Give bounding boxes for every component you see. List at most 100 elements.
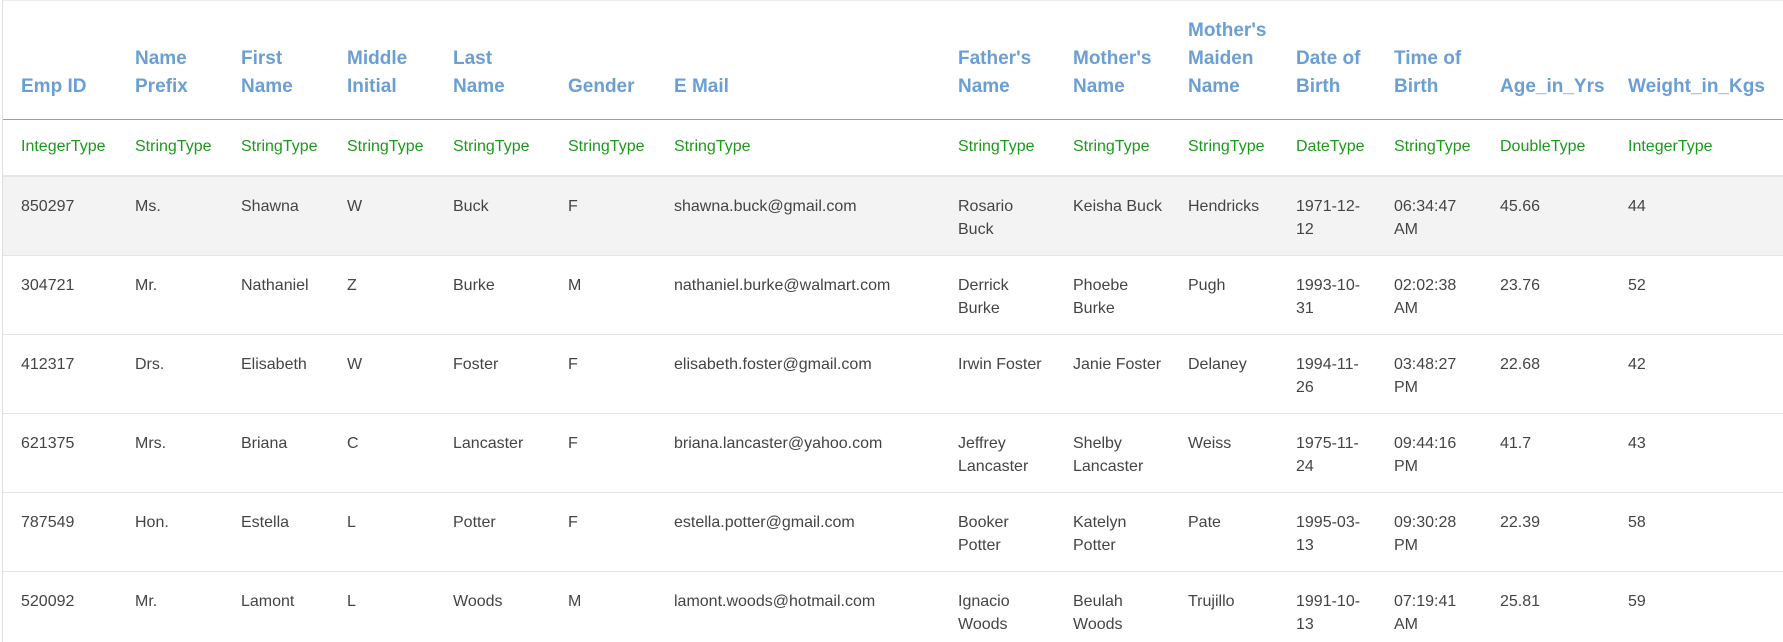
table-cell: 22.68 [1482, 334, 1610, 414]
table-cell: Weiss [1170, 413, 1278, 493]
table-cell: 58 [1610, 492, 1783, 572]
table-cell: 520092 [3, 570, 117, 642]
column-header[interactable]: Weight_in_Kgs [1610, 1, 1783, 120]
table-cell: briana.lancaster@yahoo.com [656, 413, 940, 493]
table-cell: Delaney [1170, 334, 1278, 414]
table-cell: 1993-10-31 [1278, 255, 1376, 335]
table-cell: Elisabeth [223, 334, 329, 414]
table-cell: 1995-03-13 [1278, 492, 1376, 572]
table-cell: 03:48:27 PM [1376, 334, 1482, 414]
column-type: IntegerType [3, 119, 117, 177]
table-cell: Mr. [117, 570, 223, 642]
table-cell: Shawna [223, 176, 329, 256]
table-cell: 59 [1610, 570, 1783, 642]
table-cell: Jeffrey Lancaster [940, 413, 1055, 493]
table-cell: 412317 [3, 334, 117, 414]
table-cell: Ms. [117, 176, 223, 256]
table-cell: M [550, 255, 656, 335]
column-type: StringType [1170, 119, 1278, 177]
table-cell: 06:34:47 AM [1376, 176, 1482, 256]
table-cell: W [329, 176, 435, 256]
column-type: StringType [329, 119, 435, 177]
table-cell: W [329, 334, 435, 414]
table-cell: Katelyn Potter [1055, 492, 1170, 572]
column-header[interactable]: Mother's Maiden Name [1170, 1, 1278, 120]
column-header[interactable]: First Name [223, 1, 329, 120]
column-type: IntegerType [1610, 119, 1783, 177]
table-cell: shawna.buck@gmail.com [656, 176, 940, 256]
table-cell: Potter [435, 492, 550, 572]
employee-table: Emp ID Name Prefix First Name Middle Initia… [3, 1, 1783, 642]
table-cell: 07:19:41 AM [1376, 570, 1482, 642]
table-cell: 44 [1610, 176, 1783, 256]
table-cell: lamont.woods@hotmail.com [656, 570, 940, 642]
table-cell: Burke [435, 255, 550, 335]
column-header[interactable]: Emp ID [3, 1, 117, 120]
column-header[interactable]: Gender [550, 1, 656, 120]
table-cell: 25.81 [1482, 570, 1610, 642]
column-type: StringType [1055, 119, 1170, 177]
table-cell: Briana [223, 413, 329, 493]
table-cell: Derrick Burke [940, 255, 1055, 335]
table-cell: L [329, 492, 435, 572]
table-cell: Pate [1170, 492, 1278, 572]
table-cell: C [329, 413, 435, 493]
table-cell: F [550, 413, 656, 493]
column-header-row: Emp ID Name Prefix First Name Middle Initia… [3, 1, 1783, 120]
column-header[interactable]: Date of Birth [1278, 1, 1376, 120]
column-header[interactable]: Name Prefix [117, 1, 223, 120]
column-type: StringType [550, 119, 656, 177]
column-header[interactable]: E Mail [656, 1, 940, 120]
table-cell: Drs. [117, 334, 223, 414]
table-cell: 621375 [3, 413, 117, 493]
table-cell: L [329, 570, 435, 642]
column-header[interactable]: Father's Name [940, 1, 1055, 120]
table-cell: nathaniel.burke@walmart.com [656, 255, 940, 335]
table-row: 850297 Ms. Shawna W Buck Fshawna.buck@gmail.c… [3, 176, 1783, 256]
column-type: StringType [940, 119, 1055, 177]
table-cell: Keisha Buck [1055, 176, 1170, 256]
table-cell: F [550, 176, 656, 256]
column-type: DoubleType [1482, 119, 1610, 177]
table-cell: Hendricks [1170, 176, 1278, 256]
table-cell: 787549 [3, 492, 117, 572]
table-cell: elisabeth.foster@gmail.com [656, 334, 940, 414]
table-body: 850297 Ms. Shawna W Buck Fshawna.buck@gmail.c… [3, 176, 1783, 642]
table-cell: 1971-12-12 [1278, 176, 1376, 256]
table-cell: 42 [1610, 334, 1783, 414]
table-cell: 41.7 [1482, 413, 1610, 493]
table-cell: Pugh [1170, 255, 1278, 335]
table-cell: 45.66 [1482, 176, 1610, 256]
column-header[interactable]: Age_in_Yrs [1482, 1, 1610, 120]
table-cell: Booker Potter [940, 492, 1055, 572]
table-row: 412317 Drs. Elisabeth W Foster Felisabeth.fos… [3, 334, 1783, 414]
table-row: 621375 Mrs. Briana C Lancaster Fbriana.lancas… [3, 413, 1783, 493]
table-cell: 22.39 [1482, 492, 1610, 572]
column-type: DateType [1278, 119, 1376, 177]
table-row: 787549 Hon. Estella L Potter Festella.potter@… [3, 492, 1783, 572]
table-cell: 43 [1610, 413, 1783, 493]
table-row: 520092 Mr. Lamont L Woods Mlamont.woods@hotma… [3, 570, 1783, 642]
table-cell: M [550, 570, 656, 642]
table-cell: Woods [435, 570, 550, 642]
table-cell: Lancaster [435, 413, 550, 493]
table-cell: 1994-11-26 [1278, 334, 1376, 414]
table-cell: Nathaniel [223, 255, 329, 335]
table-cell: Hon. [117, 492, 223, 572]
column-type: StringType [656, 119, 940, 177]
data-table-viewer: Emp ID Name Prefix First Name Middle Initia… [2, 0, 1783, 642]
table-cell: Phoebe Burke [1055, 255, 1170, 335]
table-cell: Mr. [117, 255, 223, 335]
column-header[interactable]: Middle Initial [329, 1, 435, 120]
table-cell: Estella [223, 492, 329, 572]
table-cell: 09:30:28 PM [1376, 492, 1482, 572]
table-cell: Rosario Buck [940, 176, 1055, 256]
table-cell: Beulah Woods [1055, 570, 1170, 642]
table-cell: 23.76 [1482, 255, 1610, 335]
table-cell: Mrs. [117, 413, 223, 493]
column-header[interactable]: Mother's Name [1055, 1, 1170, 120]
column-header[interactable]: Time of Birth [1376, 1, 1482, 120]
table-cell: Ignacio Woods [940, 570, 1055, 642]
table-cell: 02:02:38 AM [1376, 255, 1482, 335]
column-header[interactable]: Last Name [435, 1, 550, 120]
